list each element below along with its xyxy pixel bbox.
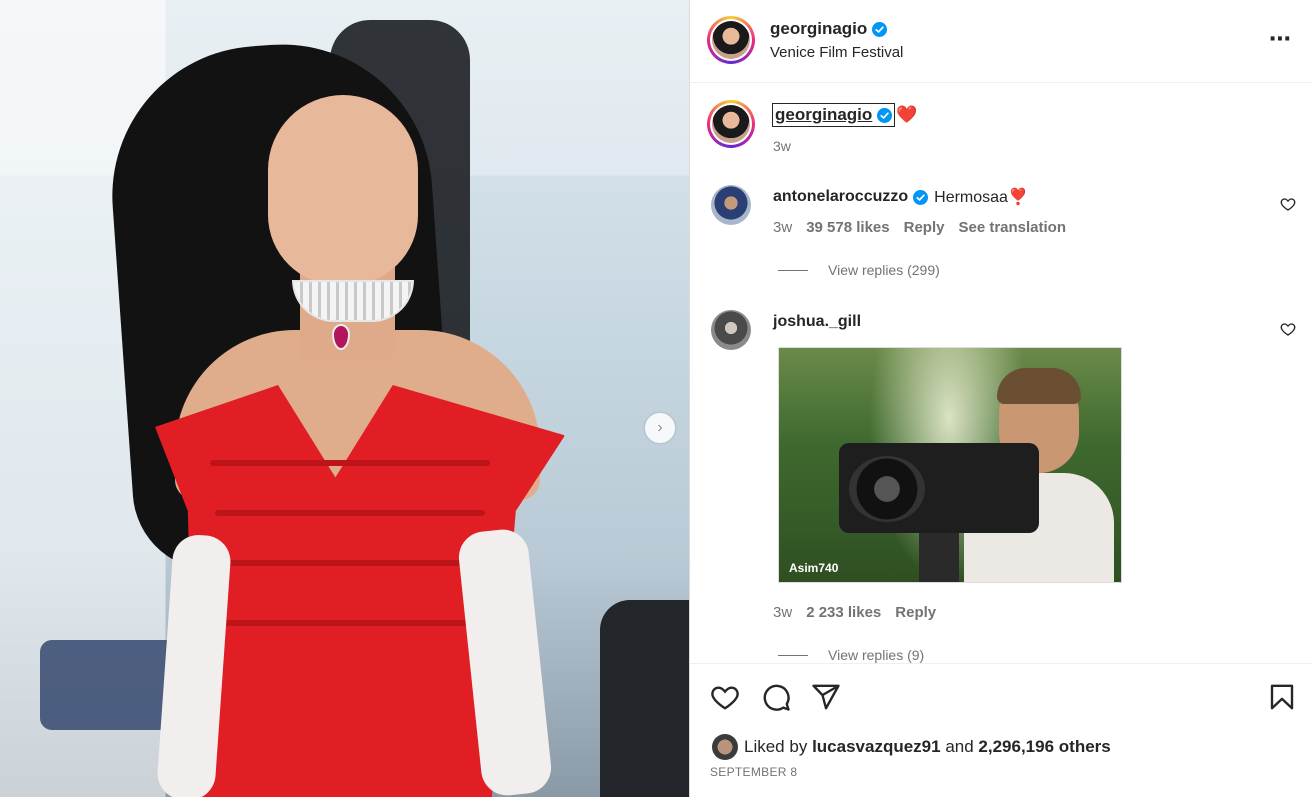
liked-by-others-link[interactable]: 2,296,196 others	[978, 737, 1110, 757]
caption-time[interactable]: 3w	[773, 138, 791, 154]
author-username: georginagio	[770, 19, 868, 38]
reply-button[interactable]: Reply	[895, 604, 936, 621]
comment-gif[interactable]: Asim740	[778, 347, 1122, 583]
comment-username[interactable]: antonelaroccuzzo	[773, 188, 908, 206]
comment-avatar[interactable]	[711, 185, 751, 225]
view-replies-label: View replies (9)	[828, 647, 925, 663]
photo-dress-fold	[210, 460, 490, 466]
liked-by-row: Liked by lucasvazquez91 and 2,296,196 ot…	[712, 734, 1111, 760]
reply-button[interactable]: Reply	[904, 219, 945, 236]
caption-username-link[interactable]: georginagio	[772, 103, 896, 127]
heart-icon[interactable]	[710, 682, 740, 712]
post-date[interactable]: SEPTEMBER 8	[710, 765, 797, 779]
paper-plane-icon[interactable]	[811, 682, 841, 712]
post-photo[interactable]: ›	[0, 0, 689, 797]
comment-text: Hermosaa❣️	[934, 189, 1028, 206]
see-translation-button[interactable]: See translation	[958, 219, 1066, 236]
liked-by-and: and	[945, 737, 974, 756]
liked-by-avatar[interactable]	[712, 734, 738, 760]
view-replies-label: View replies (299)	[828, 262, 940, 278]
comment-meta: 3w 39 578 likes Reply See translation	[773, 219, 1066, 236]
comment-likes[interactable]: 2 233 likes	[806, 604, 881, 621]
photo-dress-fold	[220, 560, 480, 566]
author-avatar[interactable]	[707, 16, 755, 64]
more-options-button[interactable]: ⋯	[1269, 26, 1292, 52]
verified-badge-icon	[872, 21, 888, 37]
caption-username: georginagio	[775, 105, 873, 124]
comment-body: antonelaroccuzzo Hermosaa❣️	[773, 187, 1028, 207]
photo-dress-fold	[215, 510, 485, 516]
caption-text: ❤️	[896, 105, 918, 124]
comment-meta: 3w 2 233 likes Reply	[773, 604, 936, 621]
photo-background-camera	[600, 600, 689, 797]
post-location[interactable]: Venice Film Festival	[770, 44, 903, 61]
comment-username[interactable]: joshua._gill	[773, 313, 861, 331]
comments-section[interactable]: georginagio ❤️ 3w antonelaroccuzzo Hermo…	[690, 84, 1312, 663]
bookmark-icon[interactable]	[1267, 682, 1297, 712]
liked-by-user-link[interactable]: lucasvazquez91	[812, 737, 941, 757]
verified-badge-icon	[877, 107, 893, 123]
author-username-link[interactable]: georginagio	[770, 19, 888, 39]
comment-like-button[interactable]	[1280, 321, 1296, 337]
gif-camera-lens	[849, 456, 925, 522]
comment-avatar[interactable]	[711, 310, 751, 350]
verified-badge-icon	[913, 189, 929, 205]
comment-like-button[interactable]	[1280, 196, 1296, 212]
comment-icon[interactable]	[761, 682, 791, 712]
chevron-right-icon: ›	[657, 419, 663, 436]
view-replies-button[interactable]: View replies (299)	[778, 262, 940, 278]
photo-dress-fold	[225, 620, 480, 626]
comment-likes[interactable]: 39 578 likes	[806, 219, 889, 236]
gif-tripod	[919, 533, 959, 582]
photo-face	[268, 95, 418, 285]
caption-avatar[interactable]	[707, 100, 755, 148]
comment-time[interactable]: 3w	[773, 604, 792, 621]
post-actions-bar: Liked by lucasvazquez91 and 2,296,196 ot…	[690, 663, 1312, 797]
view-replies-button[interactable]: View replies (9)	[778, 647, 924, 663]
more-horizontal-icon: ⋯	[1269, 26, 1292, 51]
post-header: georginagio Venice Film Festival ⋯	[690, 0, 1312, 83]
liked-by-prefix: Liked by	[744, 737, 808, 756]
replies-divider	[778, 654, 808, 656]
next-photo-button[interactable]: ›	[645, 413, 675, 443]
replies-divider	[778, 269, 808, 271]
gif-watermark: Asim740	[789, 561, 839, 575]
comment-time[interactable]: 3w	[773, 219, 792, 236]
comment-body: joshua._gill	[773, 313, 861, 331]
post-side-pane: georginagio Venice Film Festival ⋯ georg…	[690, 0, 1312, 797]
